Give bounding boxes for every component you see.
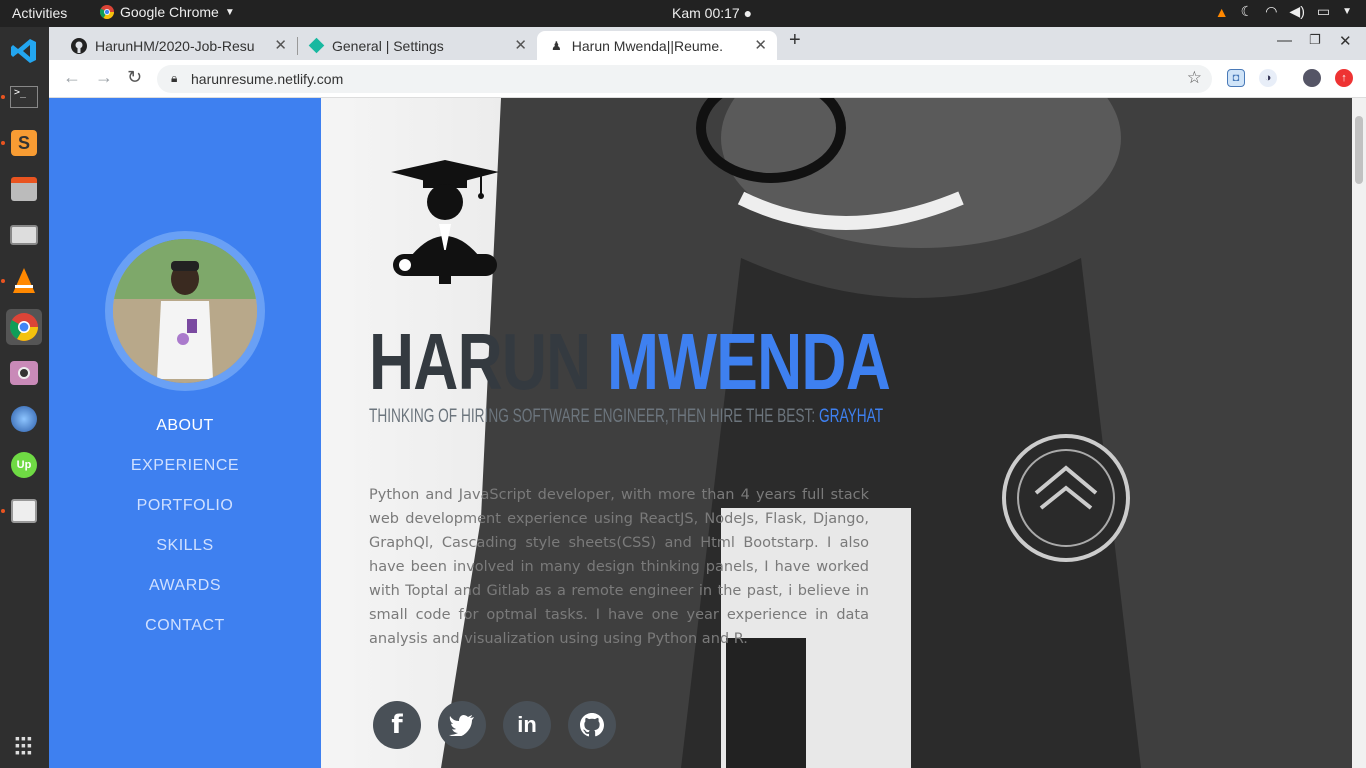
- tab-title: General | Settings: [332, 37, 444, 54]
- graduate-icon: ♟: [551, 38, 562, 53]
- vlc-icon[interactable]: [6, 263, 42, 299]
- update-icon[interactable]: ↑: [1335, 69, 1353, 87]
- clock[interactable]: Kam 00:17 ●: [672, 5, 752, 21]
- address-bar[interactable]: 🔒︎ harunresume.netlify.com ☆: [157, 65, 1212, 93]
- close-icon[interactable]: ✕: [274, 36, 287, 54]
- lock-icon[interactable]: 🔒︎: [171, 71, 177, 86]
- battery-icon: ▭: [1316, 3, 1331, 19]
- last-name: MWENDA: [606, 317, 891, 406]
- reload-button[interactable]: ↻: [127, 67, 142, 88]
- browser-toolbar: ← → ↻ 🔒︎ harunresume.netlify.com ☆ ◘ ◑ ↑: [49, 60, 1366, 98]
- facebook-button[interactable]: f: [373, 701, 421, 749]
- files-icon[interactable]: [6, 171, 42, 207]
- linkedin-button[interactable]: in: [503, 701, 551, 749]
- twitter-icon: [449, 715, 474, 736]
- system-tray[interactable]: ▲ ☾ ◠ ◀) ▭ ▼: [1215, 3, 1352, 20]
- github-icon: [580, 713, 604, 737]
- tab-strip: HarunHM/2020-Job-Resu ✕ General | Settin…: [49, 27, 1366, 60]
- wifi-icon: ◠: [1265, 3, 1278, 19]
- github-button[interactable]: [568, 701, 616, 749]
- twitter-button[interactable]: [438, 701, 486, 749]
- nav-portfolio[interactable]: PORTFOLIO: [49, 497, 321, 515]
- new-tab-button[interactable]: +: [789, 29, 801, 52]
- app-name: Google Chrome: [120, 4, 219, 20]
- facebook-icon: f: [391, 710, 403, 740]
- browser-icon[interactable]: [6, 401, 42, 437]
- vlc-tray-icon[interactable]: ▲: [1215, 4, 1229, 20]
- screenshot-icon[interactable]: [6, 217, 42, 253]
- chevron-down-icon: ▼: [1342, 6, 1352, 17]
- hero-tagline: THINKING OF HIRING SOFTWARE ENGINEER,THE…: [369, 406, 884, 427]
- linkedin-icon: in: [517, 712, 537, 737]
- chrome-icon: [100, 5, 114, 19]
- url-text[interactable]: harunresume.netlify.com: [191, 71, 343, 87]
- chevron-down-icon: ▼: [224, 6, 235, 18]
- tab-title: Harun Mwenda||Reume.: [571, 37, 723, 54]
- image-viewer-icon[interactable]: [6, 493, 42, 529]
- volume-icon: ◀): [1289, 3, 1305, 19]
- diamond-icon: [308, 37, 325, 54]
- app-menu[interactable]: Google Chrome ▼: [100, 4, 235, 20]
- back-button[interactable]: ←: [63, 67, 81, 88]
- close-icon[interactable]: ✕: [754, 36, 767, 54]
- activities-button[interactable]: Activities: [12, 5, 67, 21]
- page-scrollbar[interactable]: [1352, 98, 1366, 768]
- tab-settings[interactable]: General | Settings ✕: [297, 31, 537, 60]
- graduate-logo-icon: [391, 160, 499, 284]
- hero-bio: Python and JavaScript developer, with mo…: [369, 487, 869, 647]
- tagline-highlight: GRAYHAT: [818, 406, 884, 427]
- github-icon: [71, 37, 87, 54]
- night-light-icon: ☾: [1240, 3, 1254, 19]
- vscode-icon[interactable]: [6, 33, 42, 69]
- close-icon[interactable]: ✕: [514, 36, 527, 54]
- hero-section: HARUN MWENDA THINKING OF HIRING SOFTWARE…: [321, 98, 1352, 768]
- nav-contact[interactable]: CONTACT: [49, 617, 321, 635]
- nav-about[interactable]: ABOUT: [49, 417, 321, 435]
- nav-experience[interactable]: EXPERIENCE: [49, 457, 321, 475]
- tab-resume[interactable]: ♟ Harun Mwenda||Reume. ✕: [537, 31, 777, 60]
- sublime-icon[interactable]: S: [6, 125, 42, 161]
- hero-name: HARUN MWENDA: [369, 316, 891, 408]
- tab-title: HarunHM/2020-Job-Resu: [95, 37, 255, 54]
- apps-grid-icon[interactable]: ▪▪▪ ▪▪▪ ▪▪▪: [6, 727, 42, 763]
- system-top-bar: Activities Google Chrome ▼ Kam 00:17 ● ▲…: [0, 0, 1366, 27]
- terminal-icon[interactable]: >_: [6, 79, 42, 115]
- chrome-icon[interactable]: [6, 309, 42, 345]
- scrollbar-thumb[interactable]: [1355, 116, 1363, 184]
- profile-avatar[interactable]: [1303, 69, 1321, 87]
- restore-button[interactable]: ❐: [1309, 32, 1321, 48]
- forward-button[interactable]: →: [95, 67, 113, 88]
- bookmark-star-icon[interactable]: ☆: [1187, 68, 1202, 88]
- extension-icon[interactable]: ◑: [1259, 69, 1277, 87]
- nav-awards[interactable]: AWARDS: [49, 577, 321, 595]
- close-window-button[interactable]: ✕: [1339, 32, 1352, 50]
- nav-skills[interactable]: SKILLS: [49, 537, 321, 555]
- resume-sidebar: ABOUT EXPERIENCE PORTFOLIO SKILLS AWARDS…: [49, 98, 321, 768]
- extension-icon[interactable]: ◘: [1227, 69, 1245, 87]
- minimize-button[interactable]: —: [1277, 32, 1292, 49]
- avatar: [105, 231, 265, 391]
- upwork-icon[interactable]: Up: [6, 447, 42, 483]
- tab-github[interactable]: HarunHM/2020-Job-Resu ✕: [57, 31, 298, 60]
- dock: >_ S Up ▪▪▪ ▪▪▪ ▪▪▪: [0, 27, 49, 768]
- camera-icon[interactable]: [6, 355, 42, 391]
- first-name: HARUN: [369, 317, 591, 406]
